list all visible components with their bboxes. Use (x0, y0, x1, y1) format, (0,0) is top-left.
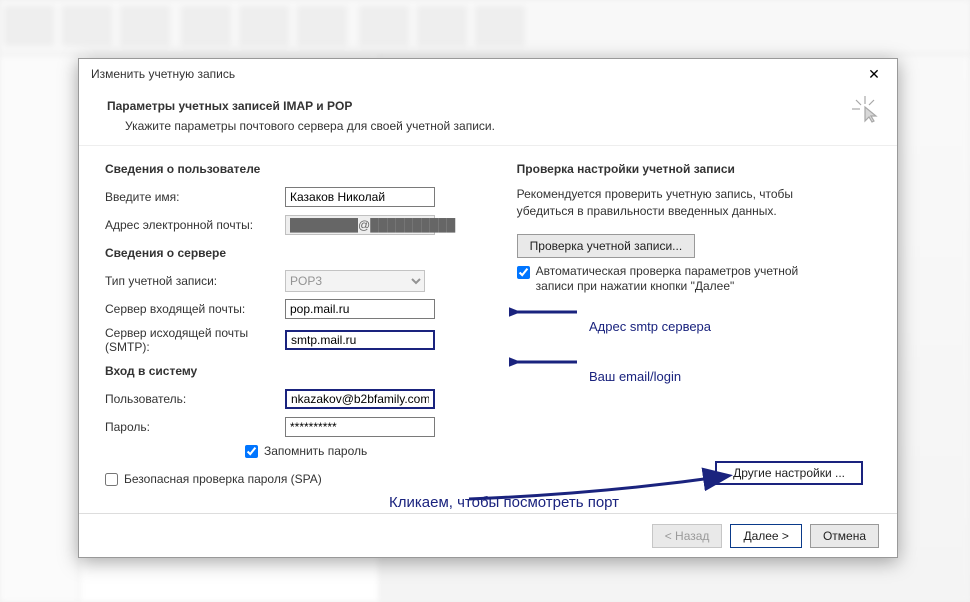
header-title: Параметры учетных записей IMAP и POP (107, 99, 869, 113)
email-label: Адрес электронной почты: (105, 218, 285, 232)
test-description: Рекомендуется проверить учетную запись, … (517, 186, 837, 220)
login-section-title: Вход в систему (105, 364, 497, 378)
account-type-select: POP3 (285, 270, 425, 292)
titlebar: Изменить учетную запись ✕ (79, 59, 897, 89)
name-field[interactable] (285, 187, 435, 207)
account-type-label: Тип учетной записи: (105, 274, 285, 288)
more-settings-button[interactable]: Другие настройки ... (715, 461, 863, 485)
outgoing-server-field[interactable] (285, 330, 435, 350)
remember-password-checkbox[interactable] (245, 445, 258, 458)
outgoing-label: Сервер исходящей почты (SMTP): (105, 326, 285, 354)
auto-test-checkbox[interactable] (517, 266, 530, 279)
incoming-server-field[interactable] (285, 299, 435, 319)
dialog-footer: < Назад Далее > Отмена (79, 513, 897, 557)
password-field[interactable] (285, 417, 435, 437)
right-column: Проверка настройки учетной записи Рекоме… (507, 160, 871, 490)
next-button[interactable]: Далее > (730, 524, 802, 548)
password-label: Пароль: (105, 420, 285, 434)
name-label: Введите имя: (105, 190, 285, 204)
email-field-readonly: ████████@██████████ (285, 215, 435, 235)
auto-test-label: Автоматическая проверка параметров учетн… (536, 264, 806, 295)
spa-label: Безопасная проверка пароля (SPA) (124, 472, 322, 486)
server-section-title: Сведения о сервере (105, 246, 497, 260)
test-account-button[interactable]: Проверка учетной записи... (517, 234, 696, 258)
back-button: < Назад (652, 524, 723, 548)
incoming-label: Сервер входящей почты: (105, 302, 285, 316)
test-section-title: Проверка настройки учетной записи (517, 162, 871, 176)
left-column: Сведения о пользователе Введите имя: Адр… (105, 160, 507, 490)
wizard-cursor-icon (851, 95, 879, 126)
spa-checkbox[interactable] (105, 473, 118, 486)
account-settings-dialog: Изменить учетную запись ✕ Параметры учет… (78, 58, 898, 558)
remember-password-label: Запомнить пароль (264, 444, 367, 458)
annotation-click: Кликаем, чтобы посмотреть порт (389, 494, 619, 511)
close-icon[interactable]: ✕ (859, 66, 889, 83)
dialog-title: Изменить учетную запись (91, 67, 235, 81)
cancel-button[interactable]: Отмена (810, 524, 879, 548)
dialog-header: Параметры учетных записей IMAP и POP Ука… (79, 89, 897, 146)
user-section-title: Сведения о пользователе (105, 162, 497, 176)
username-label: Пользователь: (105, 392, 285, 406)
username-field[interactable] (285, 389, 435, 409)
header-subtitle: Укажите параметры почтового сервера для … (107, 119, 869, 133)
